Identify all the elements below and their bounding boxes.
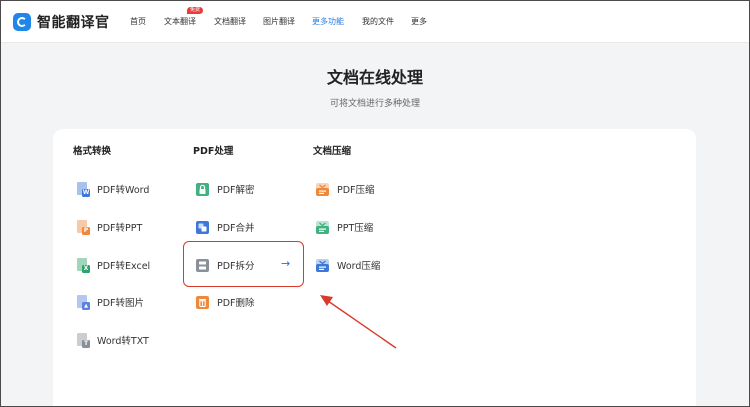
top-nav-bar: 智能翻译官 首页 文本翻译 免费 文档翻译 图片翻译 更多功能 我的文件 更多 — [1, 1, 749, 43]
tool-label: PDF转PPT — [97, 223, 143, 234]
tool-label: PDF解密 — [217, 185, 255, 196]
tool-label: PDF删除 — [217, 298, 255, 309]
nav-more[interactable]: 更多 — [411, 17, 427, 27]
ppt-file-icon: P — [75, 219, 90, 235]
excel-file-icon: X — [75, 257, 90, 273]
tool-ppt-compress[interactable]: PPT压缩 — [315, 217, 373, 237]
delete-page-icon — [195, 295, 210, 310]
tool-word-compress[interactable]: Word压缩 — [315, 255, 380, 275]
tool-pdf-to-excel[interactable]: X PDF转Excel — [75, 255, 150, 275]
tool-label: Word转TXT — [97, 336, 149, 347]
logo-text: 智能翻译官 — [37, 15, 110, 31]
arrow-right-icon[interactable]: → — [281, 258, 290, 270]
word-compress-icon — [315, 258, 330, 273]
tool-label: Word压缩 — [337, 261, 381, 272]
tool-word-to-txt[interactable]: T Word转TXT — [75, 330, 149, 350]
heading-pdf-processing: PDF处理 — [193, 146, 234, 157]
heading-format-conversion: 格式转换 — [73, 146, 112, 157]
nav-more-features[interactable]: 更多功能 — [312, 17, 344, 27]
nav-my-files[interactable]: 我的文件 — [362, 17, 394, 27]
ppt-compress-icon — [315, 220, 330, 235]
tool-pdf-compress[interactable]: PDF压缩 — [315, 179, 375, 199]
nav-document-translate[interactable]: 文档翻译 — [214, 17, 246, 27]
page-title: 文档在线处理 — [326, 68, 423, 87]
nav-text-translate[interactable]: 文本翻译 — [164, 17, 196, 27]
logo[interactable]: 智能翻译官 — [13, 11, 110, 33]
merge-icon — [195, 220, 210, 235]
nav-image-translate[interactable]: 图片翻译 — [263, 17, 295, 27]
tool-pdf-to-ppt[interactable]: P PDF转PPT — [75, 217, 142, 237]
tool-pdf-decrypt[interactable]: PDF解密 — [195, 179, 255, 199]
image-file-icon: ▲ — [75, 294, 90, 310]
tool-pdf-merge[interactable]: PDF合并 — [195, 217, 255, 237]
tool-label: PDF合并 — [217, 223, 255, 234]
tool-pdf-to-word[interactable]: W PDF转Word — [75, 179, 149, 199]
heading-document-compression: 文档压缩 — [313, 146, 352, 157]
tool-label: PDF转图片 — [97, 298, 145, 309]
unlock-icon — [195, 182, 210, 197]
tool-pdf-delete[interactable]: PDF删除 — [195, 292, 255, 312]
tool-label: PDF转Excel — [97, 261, 151, 272]
tool-label: PPT压缩 — [337, 223, 374, 234]
nav-home[interactable]: 首页 — [130, 17, 146, 27]
page-subtitle: 可将文档进行多种处理 — [329, 99, 420, 109]
free-badge: 免费 — [187, 7, 204, 14]
pdf-compress-icon — [315, 182, 330, 197]
txt-file-icon: T — [75, 332, 90, 348]
tool-label: PDF压缩 — [337, 185, 375, 196]
logo-icon — [13, 13, 31, 31]
word-file-icon: W — [75, 181, 90, 197]
tool-pdf-to-image[interactable]: ▲ PDF转图片 — [75, 292, 144, 312]
tool-label: PDF转Word — [97, 185, 150, 196]
